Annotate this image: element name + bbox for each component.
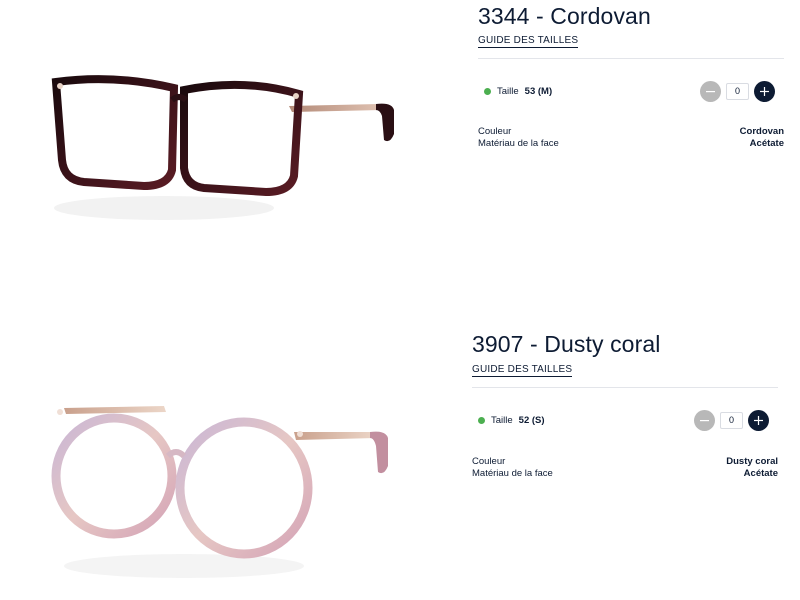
quantity-stepper: 0	[694, 410, 769, 431]
divider	[472, 387, 778, 388]
plus-icon	[754, 416, 763, 425]
size-guide-link[interactable]: GUIDE DES TAILLES	[472, 364, 573, 377]
attribute-label: Matériau de la face	[478, 138, 559, 149]
status-dot-icon	[484, 88, 491, 95]
attribute-label: Couleur	[478, 126, 512, 137]
attribute-value: Acétate	[749, 138, 784, 149]
size-value: 52 (S)	[518, 415, 545, 426]
size-row: Taille 52 (S)	[478, 415, 545, 426]
size-guide-link[interactable]: GUIDE DES TAILLES	[478, 35, 579, 48]
attribute-label: Matériau de la face	[472, 468, 553, 479]
minus-icon	[706, 91, 715, 93]
decrease-quantity-button[interactable]	[700, 81, 721, 102]
attribute-label: Couleur	[472, 456, 506, 467]
attribute-value: Acétate	[743, 468, 778, 479]
quantity-stepper: 0	[700, 81, 775, 102]
size-row: Taille 53 (M)	[484, 86, 552, 97]
quantity-input[interactable]: 0	[720, 412, 743, 429]
size-label: Taille	[497, 86, 519, 97]
minus-icon	[700, 420, 709, 422]
size-value: 53 (M)	[524, 86, 553, 97]
product-card: 3907 - Dusty coral GUIDE DES TAILLES Tai…	[0, 300, 800, 600]
attribute-value: Dusty coral	[726, 456, 778, 467]
decrease-quantity-button[interactable]	[694, 410, 715, 431]
quantity-input[interactable]: 0	[726, 83, 749, 100]
increase-quantity-button[interactable]	[754, 81, 775, 102]
product-title: 3907 - Dusty coral	[472, 331, 661, 357]
glasses-cordovan-image	[51, 75, 394, 220]
divider	[478, 58, 784, 59]
product-card: 3344 - Cordovan GUIDE DES TAILLES Taille…	[0, 0, 800, 300]
glasses-dusty-coral-image	[51, 406, 388, 578]
product-title: 3344 - Cordovan	[478, 3, 651, 29]
attribute-value: Cordovan	[739, 126, 784, 137]
increase-quantity-button[interactable]	[748, 410, 769, 431]
status-dot-icon	[478, 417, 485, 424]
size-label: Taille	[491, 415, 513, 426]
plus-icon	[760, 87, 769, 96]
